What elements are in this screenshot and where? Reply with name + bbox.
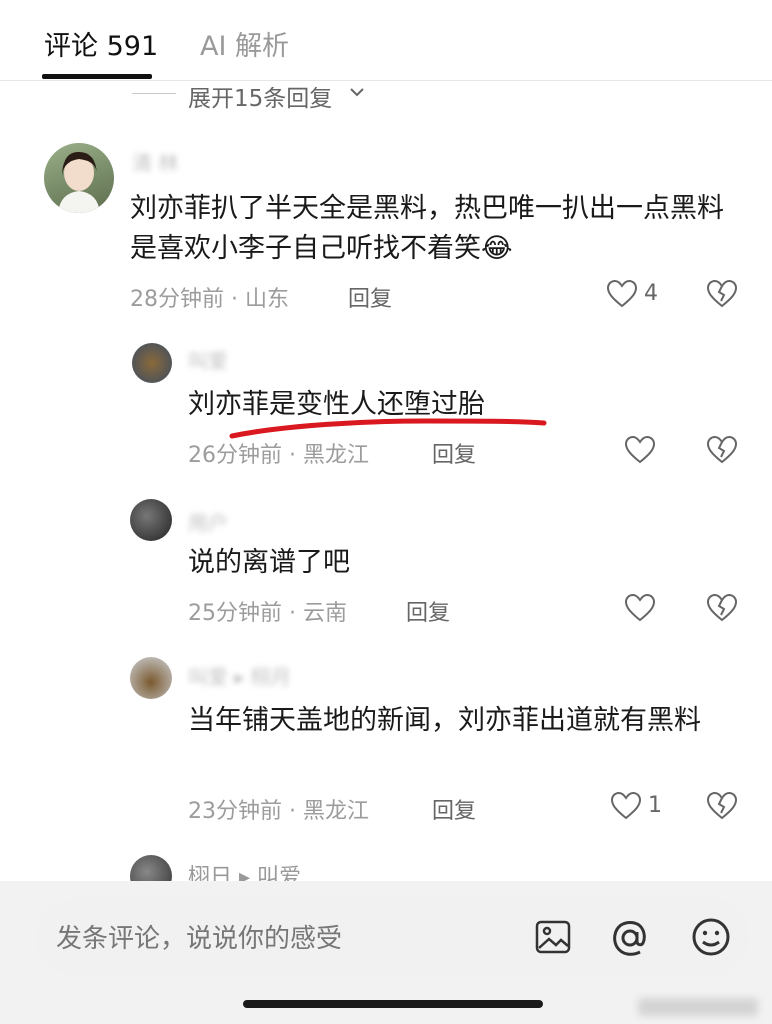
heart-icon[interactable]: [610, 791, 642, 821]
comment-text: 当年铺天盖地的新闻，刘亦菲出道就有黑料: [188, 705, 701, 736]
comment-location: 山东: [244, 287, 289, 312]
commenter-name[interactable]: 清 林: [132, 147, 178, 176]
expand-divider: [132, 93, 176, 94]
comment-tabs: 评论 591 AI 解析: [0, 0, 772, 81]
comment-meta: 26分钟前 · 黑龙江: [188, 443, 369, 468]
comment-input[interactable]: 发条评论，说说你的感受: [56, 918, 342, 955]
comment-meta: 25分钟前 · 云南: [188, 601, 347, 626]
comment-meta: 28分钟前 · 山东: [130, 287, 289, 312]
like-count: 4: [644, 281, 658, 306]
reply-button[interactable]: 回复: [406, 595, 450, 627]
broken-heart-icon[interactable]: [706, 435, 738, 465]
expand-replies[interactable]: 展开15条回复: [0, 81, 772, 112]
comment-input-bar[interactable]: 发条评论，说说你的感受: [36, 898, 750, 976]
tab-ai-analysis[interactable]: AI 解析: [200, 24, 289, 63]
comment-time: 26分钟前: [188, 443, 282, 468]
heart-icon[interactable]: [606, 279, 638, 309]
comment-time: 25分钟前: [188, 601, 282, 626]
image-icon[interactable]: [534, 918, 572, 956]
avatar[interactable]: [130, 499, 172, 541]
avatar[interactable]: [130, 855, 172, 881]
broken-heart-icon[interactable]: [706, 791, 738, 821]
tab-active-indicator: [42, 74, 152, 79]
commenter-name[interactable]: 叫爱 ▸ 栩月: [188, 661, 291, 690]
commenter-name[interactable]: 用户: [188, 507, 228, 536]
comment-location: 云南: [302, 601, 347, 626]
comment-time: 23分钟前: [188, 799, 282, 824]
comment-time: 28分钟前: [130, 287, 224, 312]
heart-icon[interactable]: [624, 593, 656, 623]
expand-replies-label: 展开15条回复: [188, 86, 333, 112]
reply-button[interactable]: 回复: [432, 793, 476, 825]
like-count: 1: [648, 793, 662, 818]
comment-location: 黑龙江: [302, 443, 369, 468]
reply-item: 叫爱 刘亦菲是变性人还堕过胎 26分钟前 · 黑龙江 回复: [0, 339, 772, 479]
comment-location: 黑龙江: [302, 799, 369, 824]
comment-text: 说的离谱了吧: [188, 547, 350, 578]
home-indicator[interactable]: [243, 1000, 543, 1008]
reply-item: 用户 说的离谱了吧 25分钟前 · 云南 回复: [0, 497, 772, 637]
emoji-icon[interactable]: [690, 916, 732, 958]
tab-comments[interactable]: 评论 591: [44, 24, 158, 63]
reply-item: 叫爱 ▸ 栩月 当年铺天盖地的新闻，刘亦菲出道就有黑料 23分钟前 · 黑龙江 …: [0, 653, 772, 833]
avatar[interactable]: [132, 343, 172, 383]
avatar[interactable]: [44, 143, 114, 213]
commenter-name[interactable]: 栩日 ▸ 叫爱: [188, 859, 301, 881]
chevron-down-icon: [350, 88, 364, 97]
avatar[interactable]: [130, 657, 172, 699]
broken-heart-icon[interactable]: [706, 593, 738, 623]
comment-meta: 23分钟前 · 黑龙江: [188, 799, 369, 824]
commenter-name[interactable]: 叫爱: [188, 345, 228, 374]
comment-item: 清 林 刘亦菲扒了半天全是黑料，热巴唯一扒出一点黑料是喜欢小李子自己听找不着笑😂…: [0, 141, 772, 331]
reply-item: 栩日 ▸ 叫爱: [0, 855, 772, 881]
comment-feed[interactable]: 展开15条回复 清 林 刘亦菲扒了半天全是黑料，热巴唯一扒出一点黑料是喜欢小李子…: [0, 81, 772, 881]
reply-button[interactable]: 回复: [348, 281, 392, 313]
heart-icon[interactable]: [624, 435, 656, 465]
at-icon[interactable]: [610, 918, 650, 958]
reply-button[interactable]: 回复: [432, 437, 476, 469]
comment-text: 刘亦菲扒了半天全是黑料，热巴唯一扒出一点黑料是喜欢小李子自己听找不着笑😂: [130, 193, 724, 264]
broken-heart-icon[interactable]: [706, 279, 738, 309]
watermark: [638, 994, 758, 1020]
